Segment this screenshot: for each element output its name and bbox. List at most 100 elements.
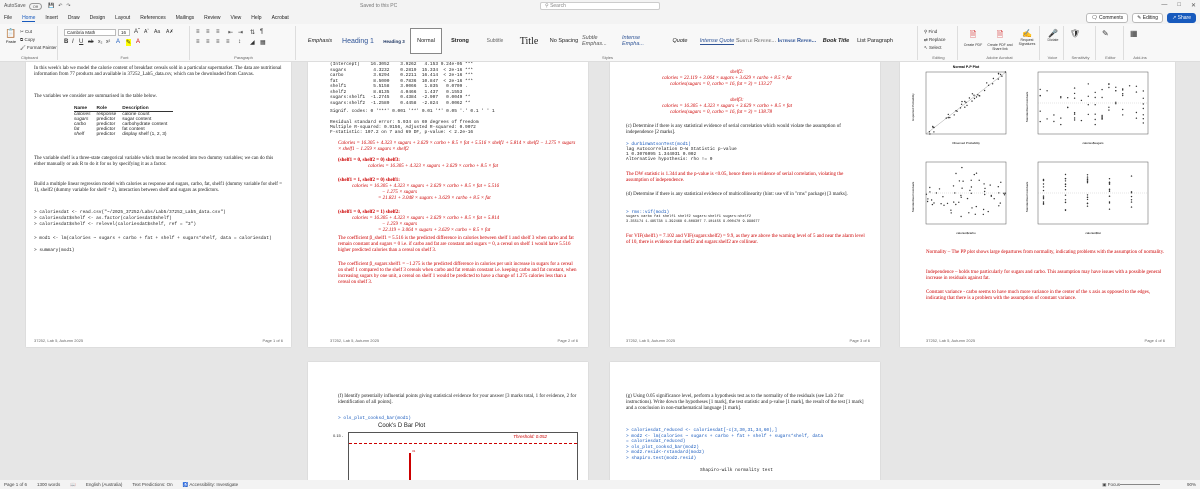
superscript-button[interactable]: x² [106,39,110,45]
comment-icon: 🗨 [1091,15,1099,21]
select-button[interactable]: ↖ Select [924,45,942,51]
subscript-button[interactable]: x₂ [98,39,102,45]
multilevel-list-icon[interactable]: ≡ [216,29,220,35]
style-heading-3[interactable]: Heading 3 [378,28,410,54]
style-list-paragraph[interactable]: List Paragraph [854,28,896,54]
grow-font-icon[interactable]: Aˆ [134,29,140,35]
residual-point [1108,202,1111,204]
highlight-icon[interactable]: ✎ [126,39,132,46]
shrink-font-icon[interactable]: Aˇ [144,29,149,35]
decrease-indent-icon[interactable]: ⇤ [228,29,233,36]
share-button[interactable]: ↗ Share [1167,13,1196,23]
increase-indent-icon[interactable]: ⇥ [238,29,243,36]
find-button[interactable]: ⚲ Find [924,29,937,35]
zoom-slider[interactable] [1120,484,1160,485]
font-name-select[interactable]: Cambria Math [64,29,116,36]
tab-draw[interactable]: Draw [68,15,80,21]
tab-help[interactable]: Help [251,15,261,21]
style-emphasis[interactable]: Emphasis [302,28,338,54]
style-quote[interactable]: Quote [662,28,698,54]
change-case-icon[interactable]: Aa [154,29,160,35]
page-1[interactable]: In this week's lab we model the calorie … [26,62,291,347]
language[interactable]: English (Australia) [86,482,123,487]
tab-mailings[interactable]: Mailings [176,15,194,21]
focus-button[interactable]: ▣ Focus [1102,482,1120,488]
bullets-icon[interactable]: ≡ [196,29,200,35]
numbering-icon[interactable]: ≡ [206,29,210,35]
tab-acrobat[interactable]: Acrobat [272,15,289,21]
align-left-icon[interactable]: ≡ [196,39,200,45]
underline-button[interactable]: U [79,39,83,45]
style-book-title[interactable]: Book Title [818,28,854,54]
page-4[interactable]: Normal P-P Plot Observed Probability Exp… [900,62,1175,347]
zoom-level[interactable]: 90% [1187,482,1196,487]
editor-button[interactable]: ✎ [1102,29,1109,38]
style-intense-refer[interactable]: Intense Refer... [776,28,818,54]
pp-plot-ylabel: Expected Probability [911,93,915,121]
undo-icon[interactable]: ↶ [58,3,62,9]
page-5[interactable]: (f) Identify potentially influential poi… [308,362,588,480]
style-intense-empha[interactable]: Intense Empha... [622,28,662,54]
create-pdf-button[interactable]: 🗎 Create PDF [962,29,984,47]
page-3[interactable]: shelf2: calories = 22.119 + 3.064 × suga… [610,62,880,347]
style-strong[interactable]: Strong [442,28,478,54]
line-spacing-icon[interactable]: ↕ [238,39,241,45]
align-right-icon[interactable]: ≡ [216,39,220,45]
close-icon[interactable]: ✕ [1191,2,1196,9]
font-size-select[interactable]: 16 [118,29,130,36]
style-subtle-refere[interactable]: Subtle Refere... [736,28,776,54]
tab-file[interactable]: File [4,15,12,21]
tab-home[interactable]: Home [22,15,36,22]
text-predictions[interactable]: Text Predictions: On [132,482,172,487]
style-no-spacing[interactable]: No Spacing [546,28,582,54]
redo-icon[interactable]: ↷ [66,3,70,9]
tab-references[interactable]: References [140,15,166,21]
proofing-icon[interactable]: 📖 [70,482,76,488]
tab-insert[interactable]: Insert [45,15,58,21]
bold-button[interactable]: B [64,39,68,45]
style-normal[interactable]: Normal [410,28,442,54]
minimize-icon[interactable]: — [1161,2,1167,9]
tab-layout[interactable]: Layout [115,15,130,21]
autosave-toggle[interactable]: Off [28,2,42,10]
page-count[interactable]: Page 1 of 6 [4,482,27,487]
font-color-icon[interactable]: A [136,39,140,45]
tab-design[interactable]: Design [90,15,106,21]
style-subtitle[interactable]: Subtitle [478,28,512,54]
editing-mode-button[interactable]: ✎ Editing [1132,13,1164,23]
format-painter-button[interactable]: 🖌 Format Painter [20,45,57,51]
borders-icon[interactable]: ▦ [260,39,266,46]
word-count[interactable]: 1300 words [37,482,60,487]
page-2[interactable]: (Intercept) 16.3052 3.9262 4.153 9.24e-0… [308,62,588,347]
style-intense-quote[interactable]: Intense Quote [698,28,736,54]
shading-icon[interactable]: ◢ [250,39,255,46]
style-heading-1[interactable]: Heading 1 [338,28,378,54]
text-effects-icon[interactable]: A [116,39,120,45]
style-subtle-emphas[interactable]: Subtle Emphas... [582,28,622,54]
align-center-icon[interactable]: ≡ [206,39,210,45]
create-share-button[interactable]: 🗎 Create PDF and Share link [986,29,1014,51]
sensitivity-button[interactable]: 🛡 [1070,29,1080,38]
comments-button[interactable]: 🗨 Comments [1086,13,1129,23]
cut-button[interactable]: ✂ Cut [20,29,32,35]
sort-icon[interactable]: ⇅ [250,29,255,36]
maximize-icon[interactable]: □ [1177,2,1181,9]
dictate-button[interactable]: 🎤 Dictate [1044,29,1062,42]
tab-review[interactable]: Review [204,15,220,21]
search-input[interactable]: ⚲ Search [540,2,660,10]
style-title[interactable]: Title [512,28,546,54]
clear-format-icon[interactable]: A✗ [166,29,174,35]
request-signatures-button[interactable]: ✍ Request Signatures [1016,29,1038,46]
italic-button[interactable]: I [72,39,74,45]
show-marks-icon[interactable]: ¶ [260,29,263,35]
replace-button[interactable]: ⇄ Replace [924,37,946,43]
paste-button[interactable]: 📋 Paste [4,28,18,44]
strikethrough-button[interactable]: ab [88,39,94,45]
save-icon[interactable]: 💾 [48,3,54,9]
accessibility-status[interactable]: ♿ Accessibility: Investigate [183,482,238,488]
page-6[interactable]: (g) Using 0.05 significance level, perfo… [610,362,880,480]
justify-icon[interactable]: ≡ [226,39,230,45]
tab-view[interactable]: View [231,15,242,21]
addins-button[interactable]: ▦ [1130,29,1138,38]
copy-button[interactable]: ⧉ Copy [20,37,35,42]
